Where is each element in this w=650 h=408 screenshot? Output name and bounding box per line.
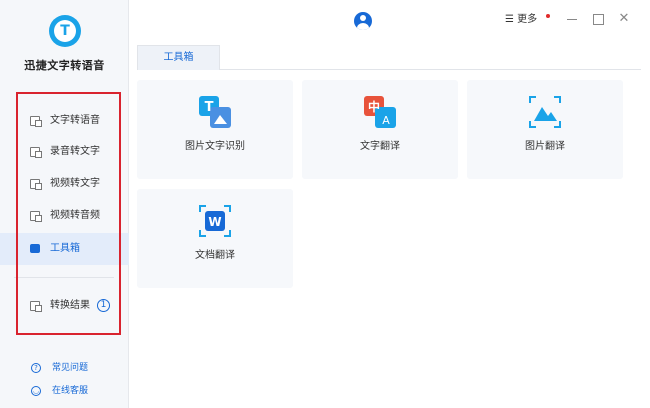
online-support-label: 在线客服: [52, 386, 89, 396]
minimize-button[interactable]: [564, 11, 580, 27]
translate-icon-target-glyph: A: [382, 114, 390, 127]
logo-letter: T: [60, 23, 70, 39]
tool-card-image-ocr[interactable]: T 图片文字识别: [137, 80, 293, 179]
sidebar-item-text-to-speech[interactable]: 文字转语音: [0, 106, 129, 136]
tool-card-text-translate[interactable]: 中 A 文字翻译: [302, 80, 458, 179]
sidebar-item-label: 转换结果: [50, 300, 90, 311]
tab-bar: 工具箱: [137, 45, 641, 70]
tool-card-label: 图片翻译: [525, 141, 565, 152]
tool-card-label: 图片文字识别: [185, 141, 245, 152]
translate-icon-source-glyph: 中: [368, 99, 380, 114]
ocr-icon-letter: T: [205, 100, 214, 115]
text-translate-icon: 中 A: [364, 96, 396, 128]
faq-link[interactable]: ? 常见问题: [0, 359, 129, 379]
more-menu-button[interactable]: ☰ 更多: [505, 13, 550, 27]
question-circle-icon: ?: [31, 363, 41, 373]
maximize-button[interactable]: [590, 11, 606, 27]
tool-card-document-translate[interactable]: W 文档翻译: [137, 189, 293, 288]
sidebar-item-video-to-text[interactable]: 视频转文字: [0, 169, 129, 199]
sidebar-item-label: 工具箱: [50, 243, 80, 254]
document-translate-icon: W: [199, 205, 231, 237]
sidebar-item-label: 视频转文字: [50, 178, 100, 189]
video-to-audio-icon: [30, 211, 42, 222]
tool-card-image-translate[interactable]: 图片翻译: [467, 80, 623, 179]
text-to-speech-icon: [30, 116, 42, 127]
sidebar-item-label: 录音转文字: [50, 146, 100, 157]
app-title: 迅捷文字转语音: [24, 59, 105, 72]
sidebar-item-conversion-results[interactable]: 转换结果 1: [0, 291, 129, 321]
sidebar-item-video-to-audio[interactable]: 视频转音频: [0, 201, 129, 231]
sidebar: T 迅捷文字转语音 文字转语音 录音转文字 视频转文字 视频转音频 工具箱 转换…: [0, 0, 129, 408]
sidebar-item-toolbox[interactable]: 工具箱: [0, 233, 129, 265]
close-button[interactable]: ✕: [616, 11, 632, 27]
results-count-badge: 1: [97, 299, 110, 312]
sidebar-item-label: 文字转语音: [50, 115, 100, 126]
notification-dot: [546, 14, 550, 18]
user-avatar-icon[interactable]: [354, 12, 372, 30]
toolbox-icon: [30, 242, 40, 253]
tool-card-label: 文字翻译: [360, 141, 400, 152]
sidebar-item-recording-to-text[interactable]: 录音转文字: [0, 137, 129, 167]
tool-card-label: 文档翻译: [195, 250, 235, 261]
more-menu-label: ☰ 更多: [505, 14, 538, 25]
image-ocr-icon: T: [199, 96, 231, 128]
result-document-icon: [30, 301, 42, 312]
tab-toolbox[interactable]: 工具箱: [137, 45, 220, 70]
online-support-link[interactable]: ◡ 在线客服: [0, 382, 129, 402]
document-icon-letter: W: [208, 215, 221, 229]
video-to-text-icon: [30, 179, 42, 190]
app-logo-icon: T: [49, 15, 81, 47]
faq-label: 常见问题: [52, 363, 89, 373]
image-translate-icon: [529, 96, 561, 128]
recording-to-text-icon: [30, 147, 42, 158]
headset-icon: ◡: [31, 386, 41, 396]
sidebar-item-label: 视频转音频: [50, 210, 100, 221]
sidebar-divider: [14, 277, 114, 278]
